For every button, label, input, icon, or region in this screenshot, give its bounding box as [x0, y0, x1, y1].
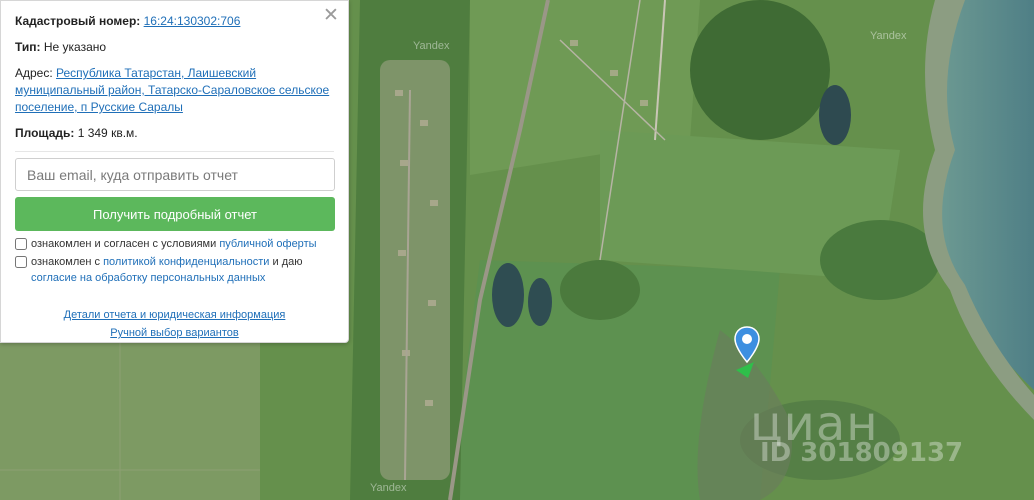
area-value: 1 349 кв.м. — [77, 126, 138, 140]
area-row: Площадь: 1 349 кв.м. — [15, 125, 334, 142]
type-label: Тип: — [15, 40, 41, 54]
privacy-policy-link[interactable]: политикой конфиденциальности — [103, 256, 269, 268]
address-link[interactable]: Республика Татарстан, Лаишевский муницип… — [15, 66, 329, 114]
consent-privacy-text: ознакомлен с — [31, 256, 101, 268]
cadastral-number-link[interactable]: 16:24:130302:706 — [144, 14, 241, 28]
type-row: Тип: Не указано — [15, 39, 334, 56]
public-offer-link[interactable]: публичной оферты — [219, 238, 316, 250]
report-details-link[interactable]: Детали отчета и юридическая информация — [64, 309, 286, 321]
consent-offer-checkbox[interactable] — [15, 238, 27, 250]
divider — [15, 151, 334, 152]
manual-selection-link[interactable]: Ручной выбор вариантов — [110, 327, 238, 339]
cursor-arrow-icon — [734, 360, 760, 380]
personal-data-consent-link[interactable]: согласие на обработку персональных данны… — [31, 272, 265, 284]
area-label: Площадь: — [15, 126, 75, 140]
address-label: Адрес: — [15, 66, 53, 80]
address-row: Адрес: Республика Татарстан, Лаишевский … — [15, 65, 334, 116]
consent-privacy-checkbox[interactable] — [15, 256, 27, 268]
consent-privacy-row: ознакомлен с политикой конфиденциальност… — [15, 254, 334, 286]
consent-privacy-mid-text: и даю — [272, 256, 303, 268]
info-panel: ✕ Кадастровый номер: 16:24:130302:706 Ти… — [0, 0, 349, 343]
email-input[interactable] — [15, 158, 335, 191]
cadastral-label: Кадастровый номер: — [15, 14, 141, 28]
cadastral-row: Кадастровый номер: 16:24:130302:706 — [15, 13, 334, 30]
close-icon[interactable]: ✕ — [323, 6, 339, 25]
consent-offer-row: ознакомлен и согласен с условиями публич… — [15, 236, 334, 252]
footer-links: Детали отчета и юридическая информация Р… — [15, 306, 334, 342]
consent-offer-text: ознакомлен и согласен с условиями — [31, 238, 217, 250]
type-value: Не указано — [43, 40, 107, 54]
get-report-button[interactable]: Получить подробный отчет — [15, 197, 335, 231]
